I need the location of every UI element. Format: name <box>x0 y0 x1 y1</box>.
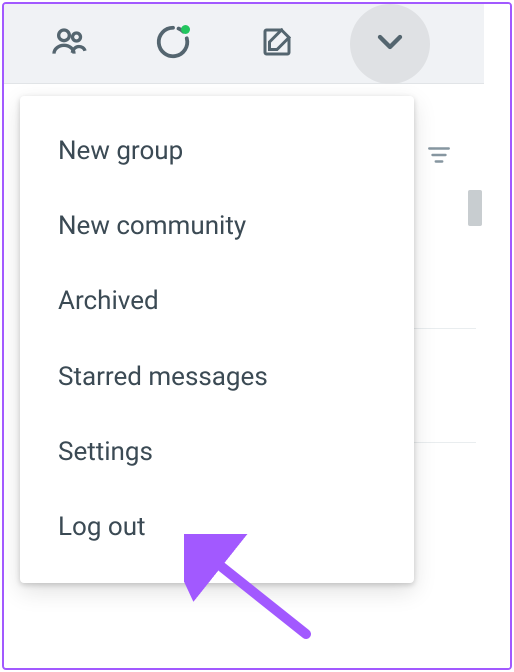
menu-item-new-community[interactable]: New community <box>20 189 414 264</box>
menu-item-label: Settings <box>58 437 153 467</box>
right-margin <box>484 4 510 668</box>
community-button[interactable] <box>48 23 90 65</box>
status-dot-icon <box>181 25 190 34</box>
menu-item-starred-messages[interactable]: Starred messages <box>20 340 414 415</box>
menu-item-label: Log out <box>58 512 146 542</box>
compose-icon <box>259 24 295 64</box>
scrollbar-thumb[interactable] <box>468 190 482 226</box>
status-button[interactable] <box>152 23 194 65</box>
menu-item-label: New group <box>58 136 183 166</box>
menu-item-settings[interactable]: Settings <box>20 415 414 490</box>
menu-item-archived[interactable]: Archived <box>20 264 414 339</box>
menu-item-label: New community <box>58 211 246 241</box>
filter-icon[interactable] <box>426 144 452 170</box>
menu-item-label: Starred messages <box>58 362 268 392</box>
community-icon <box>49 22 89 66</box>
menu-item-label: Archived <box>58 286 159 316</box>
list-divider <box>414 328 476 329</box>
dropdown-menu: New group New community Archived Starred… <box>20 96 414 583</box>
menu-item-new-group[interactable]: New group <box>20 114 414 189</box>
compose-button[interactable] <box>256 23 298 65</box>
toolbar <box>4 4 510 84</box>
list-divider <box>414 442 476 443</box>
app-frame: New group New community Archived Starred… <box>2 2 512 670</box>
menu-item-log-out[interactable]: Log out <box>20 490 414 565</box>
chevron-down-icon <box>370 22 410 66</box>
menu-button[interactable] <box>350 4 430 84</box>
